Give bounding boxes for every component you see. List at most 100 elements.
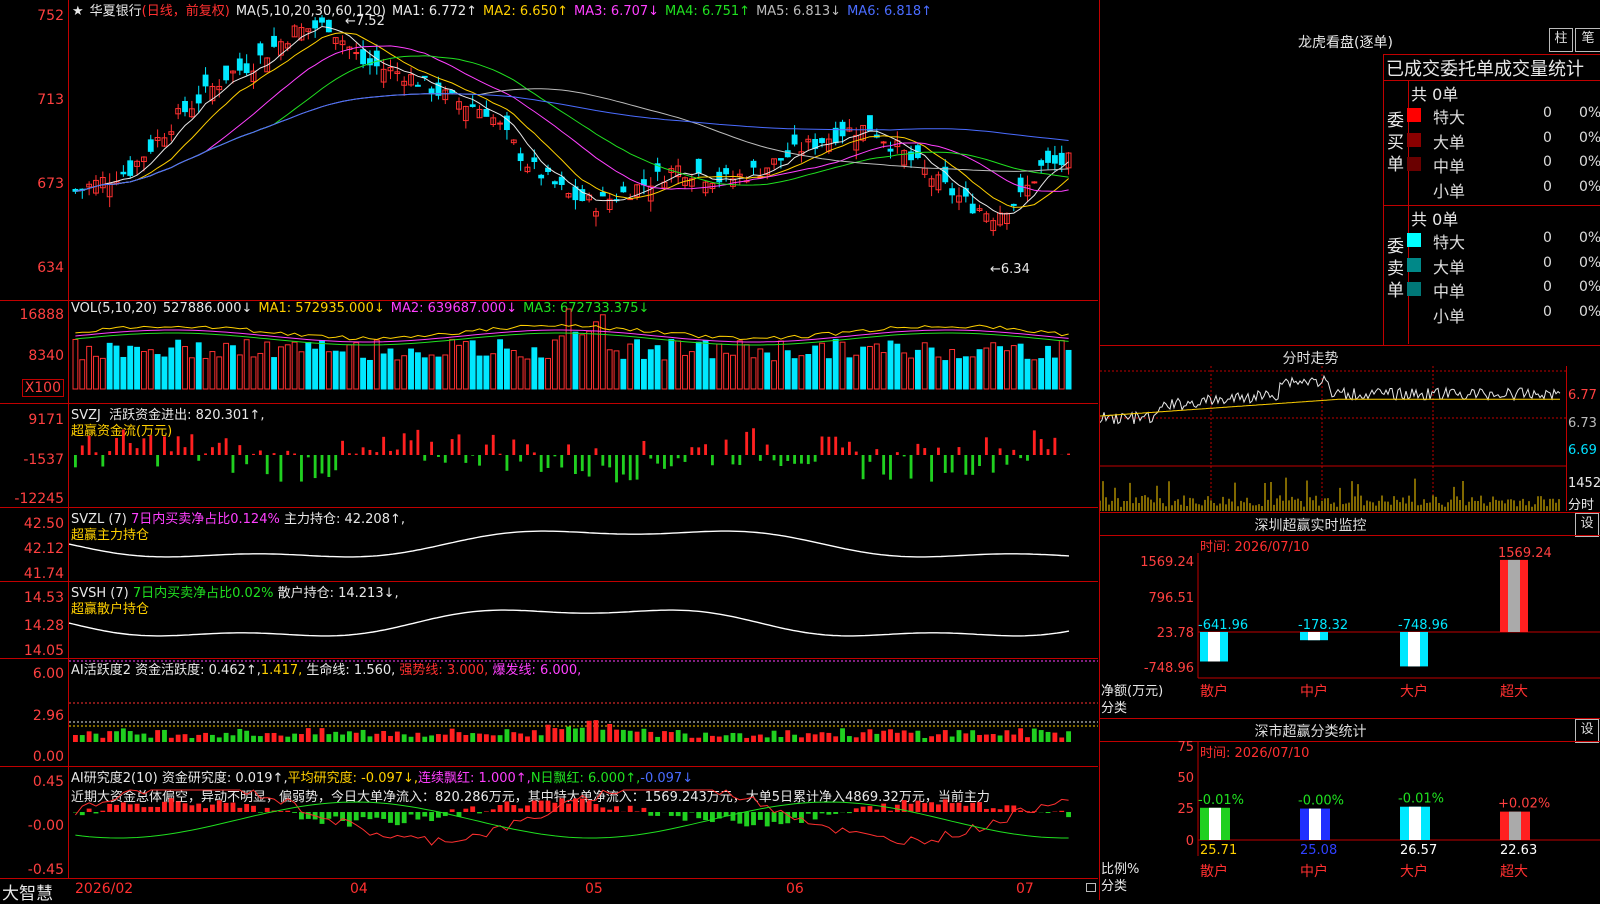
pen-mode-button[interactable]: 笔 xyxy=(1575,28,1600,52)
svsh-pane[interactable]: 14.53 14.28 14.05 SVSH (7) 7日内买卖净占比0.02%… xyxy=(0,581,1098,659)
volume-bar xyxy=(361,358,366,389)
volume-bar xyxy=(621,359,626,389)
research-bar xyxy=(196,804,201,812)
research-bar xyxy=(963,806,968,812)
flow-bar xyxy=(519,455,522,462)
svzj-axis: 9171 -1537 -12245 xyxy=(0,403,69,507)
monitor-bar-chart[interactable]: 1569.24796.5123.78-748.96-641.96散户-178.3… xyxy=(1100,513,1600,718)
activity-bar xyxy=(874,734,879,742)
ma6-line xyxy=(75,94,1068,192)
ai-research-tick: 0.45 xyxy=(33,774,64,790)
research-bar xyxy=(231,803,236,812)
row-name: 中单 xyxy=(1433,278,1465,302)
activity-bar xyxy=(744,738,749,742)
research-bar xyxy=(395,812,400,825)
research-bar xyxy=(265,808,270,812)
longhu-tabs[interactable]: 已成交委托单成交量统计 xyxy=(1386,55,1584,81)
sell-row-1[interactable]: 大单00% xyxy=(1407,254,1600,278)
volume-bar xyxy=(676,341,681,389)
volume-bar xyxy=(840,342,845,389)
ai-activity-pane[interactable]: 6.00 2.96 0.00 AI活跃度2 资金活跃度: 0.462↑,1.41… xyxy=(0,658,1098,767)
svzj-pane[interactable]: 9171 -1537 -12245 SVZJ 活跃资金进出: 820.301↑,… xyxy=(0,403,1098,508)
classify-bar-chart[interactable]: 7550250-0.01%25.71散户-0.00%25.08中户-0.01%2… xyxy=(1100,719,1600,900)
price-pane[interactable]: 752 713 673 634 ★华夏银行(日线，前复权)MA(5,10,20,… xyxy=(0,0,1098,301)
volume-bar xyxy=(100,358,105,389)
flow-bar xyxy=(423,455,426,461)
activity-bar xyxy=(840,728,845,742)
activity-bar xyxy=(881,731,886,742)
holding-line xyxy=(69,610,1069,636)
ai-research-chart[interactable] xyxy=(69,766,1098,878)
swatch xyxy=(1407,282,1421,296)
volume-bar xyxy=(861,347,866,389)
buy-row-0[interactable]: 特大00% xyxy=(1407,104,1600,128)
svsh-chart[interactable] xyxy=(69,581,1098,658)
flow-bar xyxy=(471,455,474,456)
volume-bar xyxy=(511,351,516,389)
svzl-chart[interactable] xyxy=(69,507,1098,581)
research-bar xyxy=(594,804,599,812)
activity-bar xyxy=(443,735,448,742)
classify-category: 散户 xyxy=(1200,863,1228,880)
research-bar xyxy=(148,807,153,812)
svzj-tick: -12245 xyxy=(14,491,64,507)
svzj-tick: 9171 xyxy=(28,412,64,428)
monitor-panel[interactable]: 深圳超赢实时监控 设 时间: 2026/07/10 1569.24796.512… xyxy=(1099,513,1600,719)
classify-panel[interactable]: 深市超赢分类统计 设 时间: 2026/07/10 7550250-0.01%2… xyxy=(1099,719,1600,900)
research-bar xyxy=(587,801,592,812)
activity-bar xyxy=(1032,729,1037,742)
price-tick: 713 xyxy=(37,92,64,108)
flow-bar xyxy=(458,434,461,455)
sell-row-0[interactable]: 特大00% xyxy=(1407,229,1600,253)
research-bar xyxy=(984,809,989,812)
activity-bar xyxy=(511,732,516,742)
activity-bar xyxy=(381,731,386,742)
ma5-line xyxy=(75,89,1068,192)
activity-bar xyxy=(354,733,359,742)
monitor-xlabel: 分类 xyxy=(1101,697,1127,716)
sell-row-2[interactable]: 中单00% xyxy=(1407,278,1600,302)
bar-mode-button[interactable]: 柱 xyxy=(1549,28,1573,52)
intraday-tick: 6.77 xyxy=(1568,388,1597,403)
buy-row-2[interactable]: 中单00% xyxy=(1407,153,1600,177)
volume-chart[interactable] xyxy=(69,300,1098,403)
volume-bar xyxy=(1032,360,1037,389)
volume-bar xyxy=(1046,346,1051,389)
svzl-tick: 41.74 xyxy=(24,566,64,582)
volume-bar xyxy=(915,350,920,389)
flow-bar xyxy=(382,437,385,455)
sell-row-3[interactable]: 小单00% xyxy=(1407,303,1600,327)
activity-bar xyxy=(861,732,866,742)
activity-bar xyxy=(963,733,968,742)
intraday-panel[interactable]: 分时走势 6.77 6.73 6.69 14520 分时 xyxy=(1099,346,1600,513)
activity-bar xyxy=(1052,733,1057,742)
activity-bar xyxy=(395,732,400,742)
volume-bar xyxy=(895,344,900,389)
ai-research-pane[interactable]: 0.45 -0.00 -0.45 AI研究度2(10) 资金研究度: 0.019… xyxy=(0,766,1098,879)
ma2-line xyxy=(75,33,1068,208)
flow-bar xyxy=(266,455,269,474)
volume-bar xyxy=(409,349,414,389)
activity-bar xyxy=(505,729,510,742)
volume-bar xyxy=(231,346,236,389)
lock-icon[interactable] xyxy=(1086,883,1096,892)
intraday-chart[interactable] xyxy=(1100,366,1566,511)
svsh-axis: 14.53 14.28 14.05 xyxy=(0,581,69,658)
candle-body xyxy=(203,75,208,86)
research-bar xyxy=(162,802,167,812)
buy-row-3[interactable]: 小单00% xyxy=(1407,178,1600,202)
activity-bar xyxy=(244,731,249,742)
svzl-pane[interactable]: 42.50 42.12 41.74 SVZL (7) 7日内买卖净占比0.124… xyxy=(0,507,1098,582)
research-bar xyxy=(751,812,756,825)
volume-pane[interactable]: 16888 8340 X100 VOL(5,10,20)527886.000↓M… xyxy=(0,300,1098,404)
volume-bar xyxy=(470,341,475,389)
flow-bar xyxy=(1033,430,1036,455)
time-label: 04 xyxy=(350,881,368,897)
ai-activity-chart[interactable] xyxy=(69,658,1098,766)
flow-bar xyxy=(910,455,913,479)
candlestick-chart[interactable] xyxy=(69,0,1098,300)
activity-bar xyxy=(1005,730,1010,742)
svzj-chart[interactable] xyxy=(69,403,1098,507)
flow-bar xyxy=(163,436,166,455)
buy-row-1[interactable]: 大单00% xyxy=(1407,129,1600,153)
